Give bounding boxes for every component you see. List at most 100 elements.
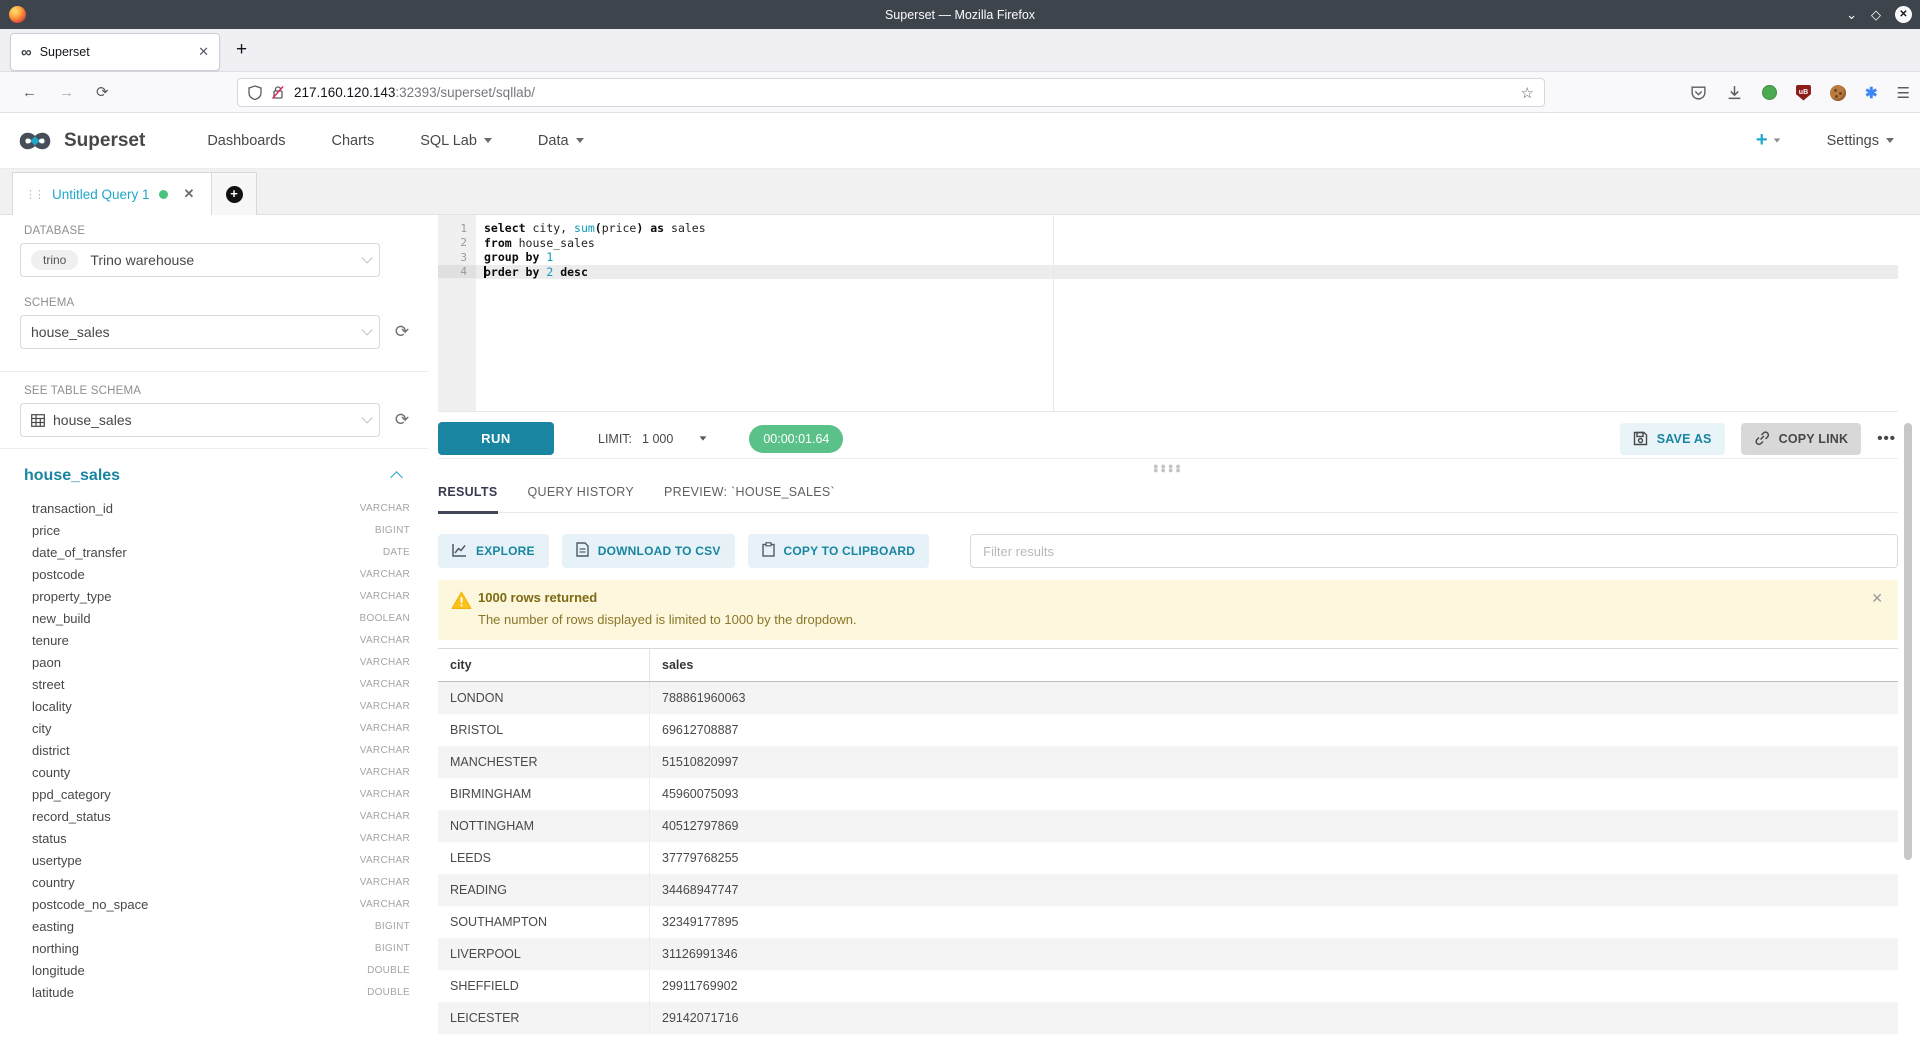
browser-tab-title: Superset [40,45,198,59]
new-tab-button[interactable]: + [236,39,247,61]
column-type: VARCHAR [360,701,410,712]
column-header-sales[interactable]: sales [650,658,1898,672]
csv-file-icon [576,542,589,560]
cell-city: LEEDS [438,842,650,874]
ublock-extension-icon[interactable]: uB [1796,85,1811,101]
vpn-extension-icon[interactable] [1762,85,1777,100]
nav-item-data[interactable]: Data [538,133,584,149]
cell-sales: 45960075093 [650,787,1898,801]
save-as-button[interactable]: SAVE AS [1620,423,1725,455]
sql-editor[interactable]: 1select city, sum(price) as sales2from h… [438,215,1898,412]
query-tab-title[interactable]: Untitled Query 1 [52,187,150,202]
extension-asterisk-icon[interactable]: ✱ [1865,84,1878,102]
browser-tab[interactable]: ∞ Superset ✕ [10,33,220,71]
link-icon [1754,431,1770,446]
download-to-csv-button[interactable]: DOWNLOAD TO CSV [562,534,735,568]
alert-title: 1000 rows returned [478,590,597,605]
schema-column-row: new_build BOOLEAN [24,607,410,629]
menu-hamburger-icon[interactable]: ☰ [1897,84,1910,102]
results-tabs: RESULTS QUERY HISTORY PREVIEW: `HOUSE_SALE… [438,477,1898,513]
editor-line: 1select city, sum(price) as sales [438,221,1898,236]
reload-button[interactable]: ⟳ [96,83,109,101]
chevron-down-icon [1886,138,1894,143]
more-menu-button[interactable]: ••• [1877,430,1896,447]
limit-dropdown[interactable]: LIMIT: 1 000 [598,432,707,446]
forward-button[interactable]: → [59,84,74,101]
nav-item-dashboards[interactable]: Dashboards [207,133,285,149]
superset-logo-icon[interactable] [14,127,56,155]
column-type: VARCHAR [360,635,410,646]
cell-sales: 40512797869 [650,819,1898,833]
collapse-chevron-icon[interactable] [390,471,403,484]
scrollbar-thumb[interactable] [1904,423,1912,860]
tracking-shield-icon[interactable] [248,85,262,100]
filter-results-input[interactable] [970,534,1898,568]
column-header-city[interactable]: city [438,649,650,681]
table-select[interactable]: house_sales [20,403,380,437]
pocket-icon[interactable] [1690,84,1707,101]
cell-sales: 32349177895 [650,915,1898,929]
cell-sales: 69612708887 [650,723,1898,737]
url-text[interactable]: 217.160.120.143:32393/superset/sqllab/ [294,85,1521,100]
query-tab[interactable]: ⋮⋮ Untitled Query 1 ✕ [12,172,212,215]
refresh-schema-icon[interactable]: ⟳ [392,322,412,342]
back-button[interactable]: ← [22,84,37,101]
editor-line: 3group by 1 [438,250,1898,265]
table-schema-title[interactable]: house_sales [24,467,120,485]
cookie-extension-icon[interactable] [1830,85,1846,101]
database-select[interactable]: trino Trino warehouse [20,243,380,277]
cell-sales: 29911769902 [650,979,1898,993]
schema-select[interactable]: house_sales [20,315,380,349]
add-query-tab[interactable]: + [211,172,257,215]
save-icon [1633,431,1648,446]
superset-brand[interactable]: Superset [64,130,145,152]
run-button[interactable]: RUN [438,422,554,455]
query-status-dot [159,190,168,199]
code-text: from house_sales [476,236,595,250]
table-header-row: citysales [438,648,1898,682]
nav-item-charts[interactable]: Charts [332,133,375,149]
copy-link-button[interactable]: COPY LINK [1741,423,1862,455]
column-name: postcode [24,567,85,582]
table-schema-label: SEE TABLE SCHEMA [24,385,141,397]
columns-list: transaction_idVARCHARpriceBIGINTdate_of_… [24,497,410,1003]
line-number: 1 [438,222,476,235]
downloads-icon[interactable] [1726,84,1743,101]
bookmark-star-icon[interactable]: ☆ [1521,84,1534,102]
column-type: VARCHAR [360,503,410,514]
query-tab-close-icon[interactable]: ✕ [184,186,195,202]
refresh-table-icon[interactable]: ⟳ [392,410,412,430]
column-type: BOOLEAN [360,613,410,624]
copy-to-clipboard-button[interactable]: COPY TO CLIPBOARD [748,534,930,568]
schema-column-row: latitudeDOUBLE [24,981,410,1003]
alert-close-icon[interactable]: ✕ [1871,590,1883,607]
window-maximize-icon[interactable]: ◇ [1871,7,1881,23]
table-icon [31,414,45,427]
tab-close-icon[interactable]: ✕ [198,44,209,60]
window-minimize-icon[interactable]: ⌄ [1846,7,1857,23]
explore-button[interactable]: EXPLORE [438,534,549,568]
explore-icon [452,543,467,560]
window-close-icon[interactable]: ✕ [1895,6,1912,23]
nav-item-sql-lab[interactable]: SQL Lab [420,133,492,149]
column-name: record_status [24,809,111,824]
browser-toolbar: ← → ⟳ 217.160.120.143:32393/superset/sql… [0,72,1920,113]
table-row: BRISTOL69612708887 [438,714,1898,746]
schema-column-row: priceBIGINT [24,519,410,541]
column-type: VARCHAR [360,789,410,800]
cell-sales: 788861960063 [650,691,1898,705]
cell-city: LEICESTER [438,1002,650,1034]
url-bar[interactable]: 217.160.120.143:32393/superset/sqllab/ ☆ [237,78,1545,107]
column-name: new_build [24,611,91,626]
drag-handle-icon[interactable]: ⋮⋮ [25,188,43,201]
pane-splitter[interactable]: ●●●●●●●● [438,461,1898,475]
line-number: 2 [438,236,476,249]
settings-menu[interactable]: Settings [1827,133,1894,149]
results-tab-preview[interactable]: PREVIEW: `HOUSE_SALES` [664,477,835,513]
insecure-lock-icon[interactable] [271,85,285,100]
table-value: house_sales [53,412,132,428]
new-item-button[interactable]: + [1756,129,1781,152]
column-name: tenure [24,633,69,648]
results-tab-results[interactable]: RESULTS [438,477,498,513]
results-tab-query-history[interactable]: QUERY HISTORY [528,477,634,513]
